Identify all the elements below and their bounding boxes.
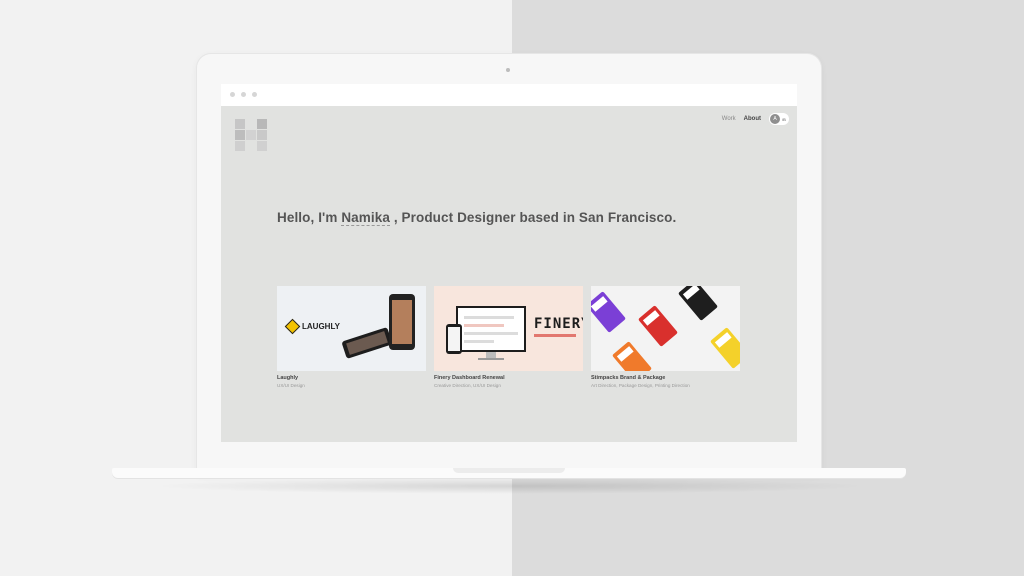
package-black-image	[678, 286, 718, 321]
project-thumbnail[interactable]: FINERY	[434, 286, 583, 371]
project-card-laughly[interactable]: LAUGHLY Laughly UX/UI Design	[277, 286, 426, 388]
project-title[interactable]: Finery Dashboard Renewal	[434, 375, 583, 381]
project-tags: Art Direction, Package Design, Printing …	[591, 383, 690, 388]
nav-link-about[interactable]: About	[744, 116, 761, 122]
phone-portrait-image	[389, 294, 415, 350]
finery-underline	[534, 334, 576, 337]
laptop-screen: Work About A /B Hello, I'm Namika , Prod…	[221, 84, 797, 442]
site-logo[interactable]	[235, 119, 269, 151]
package-yellow-image	[710, 327, 740, 369]
project-thumbnail[interactable]	[591, 286, 740, 371]
avatar-icon: A	[770, 114, 780, 124]
project-card-finery[interactable]: FINERY Finery Dashboard Renewal Creative…	[434, 286, 583, 388]
hero-suffix: , Product Designer based in San Francisc…	[389, 210, 677, 225]
project-thumbnail[interactable]: LAUGHLY	[277, 286, 426, 371]
hero-prefix: Hello, I'm	[277, 210, 342, 225]
monitor-image	[456, 306, 526, 352]
package-red-image	[638, 305, 678, 347]
laughly-brand: LAUGHLY	[284, 318, 340, 335]
package-purple-image	[591, 291, 626, 333]
laughly-logo-icon	[284, 318, 301, 335]
hero-headline: Hello, I'm Namika , Product Designer bas…	[277, 210, 677, 226]
finery-wordmark: FINERY	[534, 316, 583, 332]
project-card-stimpacks[interactable]: Stimpacks Brand & Package Art Direction,…	[591, 286, 740, 388]
project-tags: UX/UI Design	[277, 383, 305, 388]
nav-link-work[interactable]: Work	[722, 116, 736, 122]
top-nav: Work About A /B	[722, 112, 789, 126]
window-close-icon[interactable]	[230, 92, 235, 97]
portfolio-page: Work About A /B Hello, I'm Namika , Prod…	[221, 106, 797, 442]
phone-image	[446, 324, 462, 354]
project-title[interactable]: Laughly	[277, 375, 426, 381]
camera-icon	[506, 68, 510, 72]
laptop-notch	[453, 468, 565, 473]
phone-landscape-image	[341, 327, 393, 359]
language-toggle[interactable]: A /B	[769, 113, 789, 125]
laptop-base	[112, 468, 906, 478]
laptop-shadow	[150, 478, 870, 494]
browser-toolbar	[221, 84, 797, 107]
window-minimize-icon[interactable]	[241, 92, 246, 97]
project-tags: Creative Direction, UX/UI Design	[434, 383, 501, 388]
window-maximize-icon[interactable]	[252, 92, 257, 97]
avatar-code: /B	[782, 116, 786, 122]
package-orange-image	[612, 341, 652, 371]
hero-name-link[interactable]: Namika	[341, 210, 390, 226]
project-title[interactable]: Stimpacks Brand & Package	[591, 375, 740, 381]
